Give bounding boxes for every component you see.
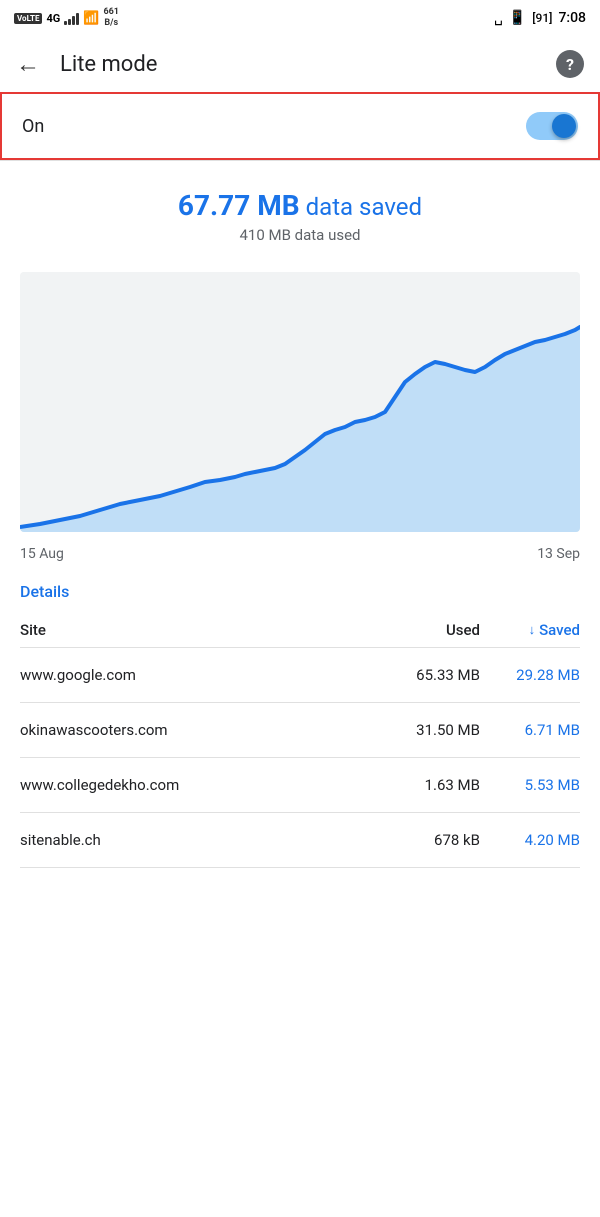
cell-used-0: 65.33 MB — [370, 666, 480, 684]
chart-dates: 15 Aug 13 Sep — [0, 540, 600, 566]
bluetooth-icon: ␣ — [494, 10, 503, 26]
signal-bar-1 — [64, 21, 67, 25]
chart-start-date: 15 Aug — [20, 546, 64, 562]
details-section: Details Site Used ↓ Saved www.google.com… — [0, 566, 600, 868]
signal-bars — [64, 11, 79, 25]
stats-section: 67.77 MB data saved 410 MB data used — [0, 161, 600, 256]
status-left: VoLTE 4G 📶 661B/s — [14, 7, 119, 29]
cell-used-2: 1.63 MB — [370, 776, 480, 794]
table-row: okinawascooters.com 31.50 MB 6.71 MB — [20, 703, 580, 758]
chart-svg — [20, 272, 580, 532]
signal-bar-4 — [76, 13, 79, 25]
lite-mode-toggle[interactable] — [526, 112, 578, 140]
cell-saved-0: 29.28 MB — [480, 666, 580, 684]
cell-site-2: www.collegedekho.com — [20, 776, 370, 794]
table-row: www.google.com 65.33 MB 29.28 MB — [20, 648, 580, 703]
back-button[interactable]: ← — [16, 52, 40, 76]
phone-icon: 📱 — [509, 10, 526, 26]
volte-badge: VoLTE — [14, 13, 42, 24]
battery-level: [91] — [532, 11, 552, 25]
header: ← Lite mode ? — [0, 36, 600, 92]
cell-used-1: 31.50 MB — [370, 721, 480, 739]
data-used-line: 410 MB data used — [20, 226, 580, 244]
lite-mode-toggle-row[interactable]: On — [0, 92, 600, 160]
table-row: www.collegedekho.com 1.63 MB 5.53 MB — [20, 758, 580, 813]
data-saved-text: data saved — [306, 193, 422, 221]
page-title: Lite mode — [60, 52, 556, 77]
help-button[interactable]: ? — [556, 50, 584, 78]
data-chart — [20, 272, 580, 532]
status-right: ␣ 📱 [91] 7:08 — [494, 10, 586, 26]
cell-saved-3: 4.20 MB — [480, 831, 580, 849]
table-row: sitenable.ch 678 kB 4.20 MB — [20, 813, 580, 868]
cell-site-3: sitenable.ch — [20, 831, 370, 849]
wifi-icon: 📶 — [83, 11, 99, 26]
table-rows-container: www.google.com 65.33 MB 29.28 MB okinawa… — [20, 648, 580, 868]
time: 7:08 — [558, 10, 586, 26]
toggle-label: On — [22, 116, 44, 137]
signal-bar-3 — [72, 16, 75, 25]
col-used-header: Used — [370, 621, 480, 639]
signal-4g: 4G — [46, 12, 60, 25]
cell-used-3: 678 kB — [370, 831, 480, 849]
data-saved-line: 67.77 MB data saved — [20, 189, 580, 222]
data-speed: 661B/s — [103, 7, 119, 29]
sort-down-icon: ↓ — [529, 622, 536, 638]
chart-end-date: 13 Sep — [537, 546, 580, 562]
signal-bar-2 — [68, 19, 71, 25]
cell-saved-2: 5.53 MB — [480, 776, 580, 794]
cell-saved-1: 6.71 MB — [480, 721, 580, 739]
cell-site-0: www.google.com — [20, 666, 370, 684]
table-header: Site Used ↓ Saved — [20, 613, 580, 648]
col-saved-header: ↓ Saved — [480, 621, 580, 639]
col-saved-label: Saved — [539, 621, 580, 639]
details-title: Details — [20, 582, 580, 601]
cell-site-1: okinawascooters.com — [20, 721, 370, 739]
status-bar: VoLTE 4G 📶 661B/s ␣ 📱 [91] 7:08 — [0, 0, 600, 36]
toggle-thumb — [552, 114, 576, 138]
col-site-header: Site — [20, 621, 370, 639]
data-saved-amount: 67.77 MB — [178, 189, 300, 222]
